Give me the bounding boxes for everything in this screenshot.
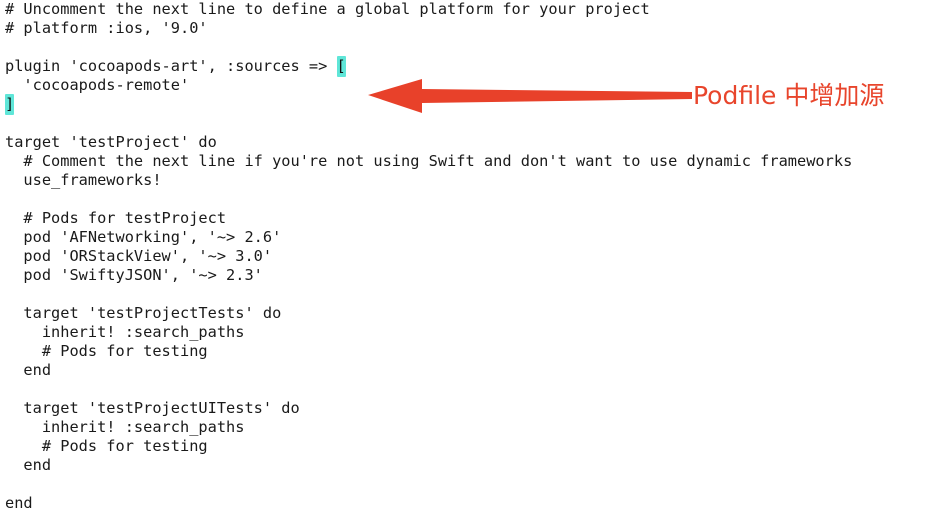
code-line-25: end bbox=[5, 456, 52, 474]
code-line-5: 'cocoapods-remote' bbox=[5, 76, 190, 94]
code-line-2: # platform :ios, '9.0' bbox=[5, 19, 208, 37]
code-line-6: ] bbox=[5, 94, 15, 115]
code-line-24: # Pods for testing bbox=[5, 437, 208, 455]
code-line-8: target 'testProject' do bbox=[5, 133, 217, 151]
code-line-10: use_frameworks! bbox=[5, 171, 162, 189]
code-line-17: target 'testProjectTests' do bbox=[5, 304, 282, 322]
code-line-15: pod 'SwiftyJSON', '~> 2.3' bbox=[5, 266, 263, 284]
code-line-20: end bbox=[5, 361, 52, 379]
code-line-27: end bbox=[5, 494, 33, 512]
code-line-4: plugin 'cocoapods-art', :sources => [ bbox=[5, 56, 346, 77]
code-line-14: pod 'ORStackView', '~> 3.0' bbox=[5, 247, 273, 265]
code-editor[interactable]: # Uncomment the next line to define a gl… bbox=[0, 0, 940, 515]
code-line-12: # Pods for testProject bbox=[5, 209, 227, 227]
code-line-19: # Pods for testing bbox=[5, 342, 208, 360]
code-line-13: pod 'AFNetworking', '~> 2.6' bbox=[5, 228, 282, 246]
bracket-highlight: ] bbox=[5, 94, 15, 115]
code-line-9: # Comment the next line if you're not us… bbox=[5, 152, 853, 170]
code-line-18: inherit! :search_paths bbox=[5, 323, 245, 341]
bracket-highlight: [ bbox=[336, 56, 346, 77]
code-line-23: inherit! :search_paths bbox=[5, 418, 245, 436]
code-line-4-text: plugin 'cocoapods-art', :sources => bbox=[5, 57, 337, 75]
code-line-22: target 'testProjectUITests' do bbox=[5, 399, 300, 417]
code-line-1: # Uncomment the next line to define a gl… bbox=[5, 0, 650, 18]
